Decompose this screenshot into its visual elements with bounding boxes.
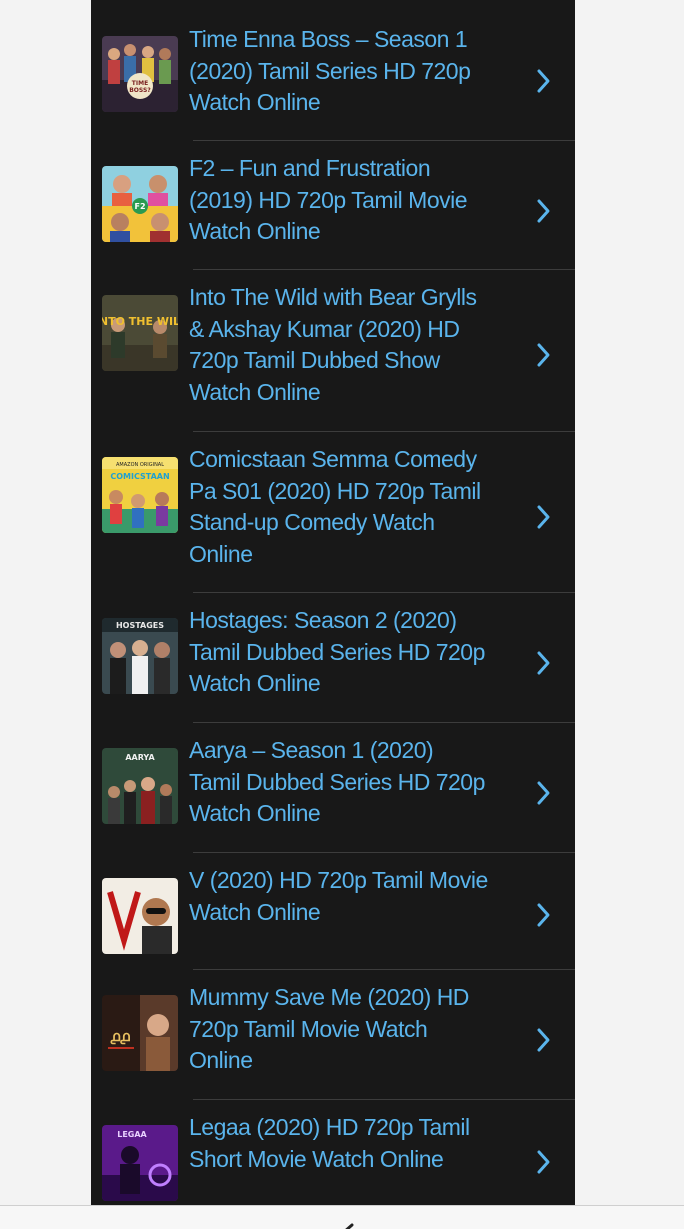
- item-title[interactable]: Legaa (2020) HD 720p Tamil Short Movie W…: [189, 1112, 489, 1175]
- list-item[interactable]: LEGAA Legaa (2020) HD 720p Tamil Short M…: [91, 1099, 575, 1205]
- item-title[interactable]: F2 – Fun and Frustration (2019) HD 720p …: [189, 153, 489, 248]
- list-item[interactable]: AMAZON ORIGINAL COMICSTAAN Comicstaan Se…: [91, 431, 575, 592]
- chevron-right-icon: [534, 1148, 554, 1176]
- list-item[interactable]: AARYA Aarya – Season 1 (2020) Tamil Dubb…: [91, 722, 575, 852]
- chevron-right-icon: [534, 1026, 554, 1054]
- legaa-logo-text: LEGAA: [117, 1130, 147, 1139]
- svg-text:F2: F2: [134, 202, 145, 211]
- item-title[interactable]: Into The Wild with Bear Grylls & Akshay …: [189, 282, 489, 408]
- list-item[interactable]: F2 F2 – Fun and Frustration (2019) HD 72…: [91, 140, 575, 269]
- legaa-thumbnail: LEGAA: [102, 1125, 178, 1201]
- chevron-right-icon: [534, 779, 554, 807]
- list-item[interactable]: TIME BOSS? Time Enna Boss – Season 1 (20…: [91, 0, 575, 140]
- item-title[interactable]: Aarya – Season 1 (2020) Tamil Dubbed Ser…: [189, 735, 489, 830]
- back-arrow-icon[interactable]: [338, 1220, 358, 1229]
- comicstaan-logo-text: COMICSTAAN: [110, 472, 169, 481]
- list-item[interactable]: ൧൧ Mummy Save Me (2020) HD 720p Tamil Mo…: [91, 969, 575, 1099]
- into-the-wild-logo-text: INTO THE WILD: [102, 315, 178, 328]
- f2-thumbnail: F2: [102, 166, 178, 242]
- chevron-right-icon: [534, 197, 554, 225]
- chevron-right-icon: [534, 901, 554, 929]
- into-the-wild-thumbnail: INTO THE WILD: [102, 295, 178, 371]
- item-title[interactable]: Time Enna Boss – Season 1 (2020) Tamil S…: [189, 24, 489, 119]
- hostages-logo-text: HOSTAGES: [116, 621, 164, 630]
- item-title[interactable]: Mummy Save Me (2020) HD 720p Tamil Movie…: [189, 982, 489, 1077]
- time-enna-boss-thumbnail: TIME BOSS?: [102, 36, 178, 112]
- list-item[interactable]: HOSTAGES Hostages: Season 2 (2020) Tamil…: [91, 592, 575, 722]
- svg-text:൧൧: ൧൧: [110, 1029, 130, 1045]
- svg-text:BOSS?: BOSS?: [129, 87, 151, 94]
- chevron-right-icon: [534, 649, 554, 677]
- comicstaan-thumbnail: AMAZON ORIGINAL COMICSTAAN: [102, 457, 178, 533]
- list-item[interactable]: V (2020) HD 720p Tamil Movie Watch Onlin…: [91, 852, 575, 969]
- v-movie-thumbnail: [102, 878, 178, 954]
- aarya-thumbnail: AARYA: [102, 748, 178, 824]
- item-title[interactable]: V (2020) HD 720p Tamil Movie Watch Onlin…: [189, 865, 489, 928]
- mummy-save-me-thumbnail: ൧൧: [102, 995, 178, 1071]
- chevron-right-icon: [534, 341, 554, 369]
- chevron-right-icon: [534, 67, 554, 95]
- svg-text:TIME: TIME: [132, 80, 148, 87]
- amazon-original-text: AMAZON ORIGINAL: [116, 462, 164, 468]
- page: TIME BOSS? Time Enna Boss – Season 1 (20…: [0, 0, 684, 1229]
- list-item[interactable]: INTO THE WILD Into The Wild with Bear Gr…: [91, 269, 575, 431]
- item-title[interactable]: Comicstaan Semma Comedy Pa S01 (2020) HD…: [189, 444, 489, 570]
- browser-toolbar: [0, 1205, 684, 1229]
- hostages-thumbnail: HOSTAGES: [102, 618, 178, 694]
- item-title[interactable]: Hostages: Season 2 (2020) Tamil Dubbed S…: [189, 605, 489, 700]
- chevron-right-icon: [534, 503, 554, 531]
- post-list: TIME BOSS? Time Enna Boss – Season 1 (20…: [91, 0, 575, 1205]
- aarya-logo-text: AARYA: [125, 753, 155, 762]
